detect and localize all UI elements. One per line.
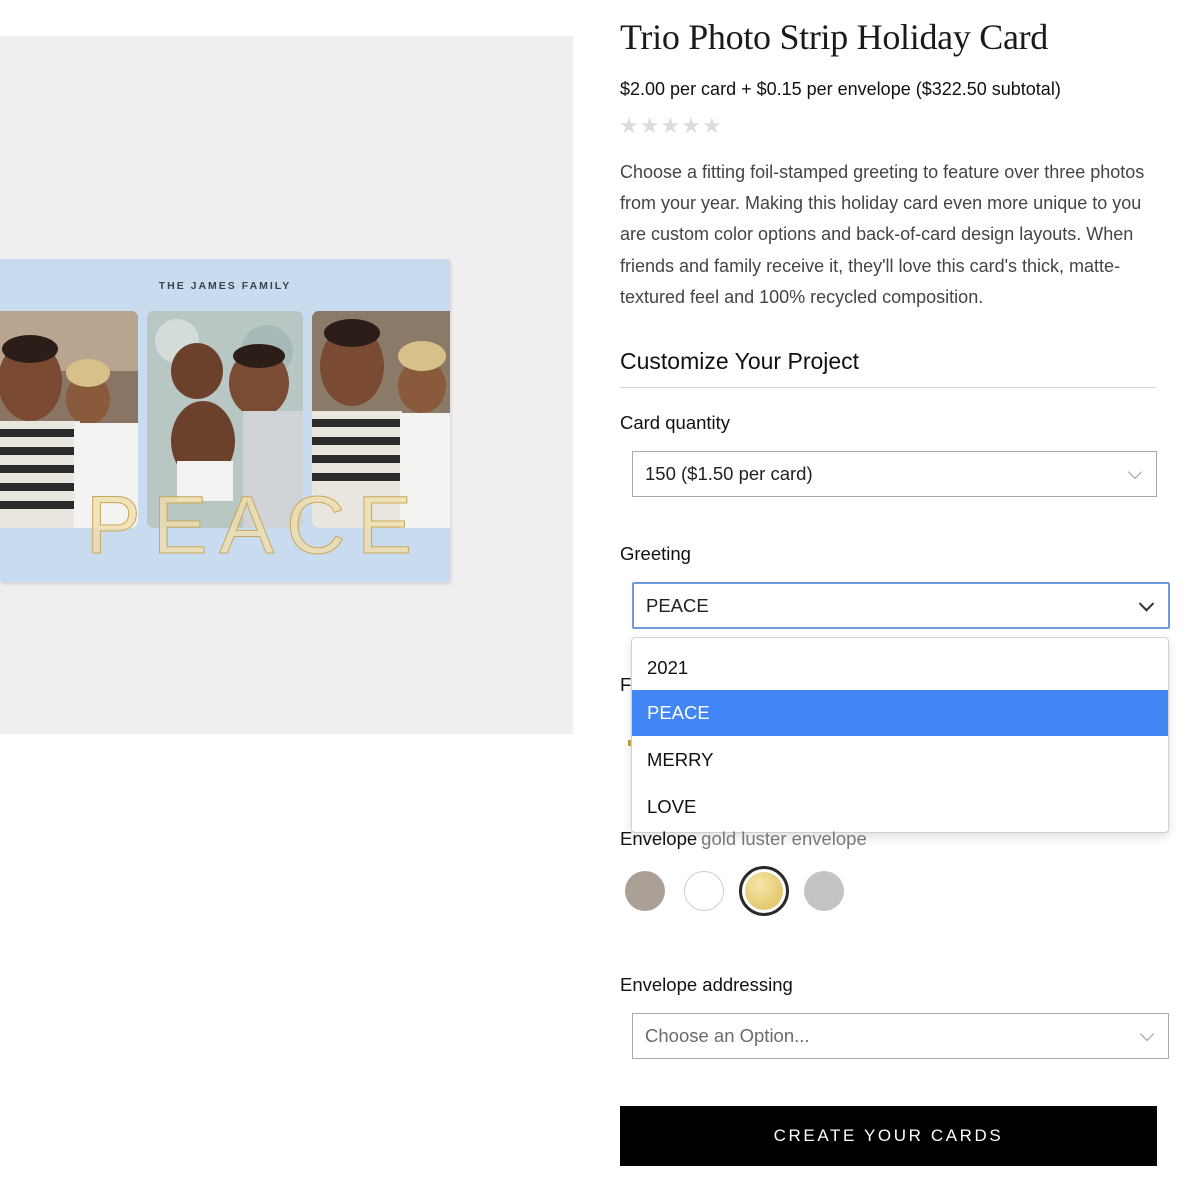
greeting-label: Greeting [620, 543, 691, 564]
envelope-selected-name: gold luster envelope [701, 828, 867, 849]
greeting-dropdown-menu: 2021 PEACE MERRY LOVE [631, 637, 1169, 833]
obscured-field-label: F [620, 674, 632, 695]
card-family-name: THE JAMES FAMILY [158, 280, 292, 292]
star-icon: ★ [619, 113, 639, 138]
chevron-down-icon [1127, 464, 1143, 480]
quantity-select[interactable]: 150 ($1.50 per card) [632, 451, 1157, 497]
greeting-option-peace[interactable]: PEACE [632, 690, 1168, 736]
greeting-option-merry[interactable]: MERRY [632, 737, 1168, 783]
quantity-value: 150 ($1.50 per card) [645, 463, 813, 484]
star-icon: ★ [681, 113, 701, 138]
greeting-value: PEACE [646, 594, 709, 616]
holiday-card-image: THE JAMES FAMILY PEACE [0, 259, 450, 582]
quantity-label: Card quantity [620, 412, 731, 433]
greeting-option-love[interactable]: LOVE [632, 784, 1168, 830]
chevron-down-icon [1139, 1026, 1155, 1042]
divider [620, 387, 1157, 388]
greeting-option-2021[interactable]: 2021 [632, 645, 1168, 691]
envelope-swatch-gold-selected[interactable] [739, 866, 789, 916]
star-icon: ★ [701, 113, 722, 138]
envelope-swatch-silver[interactable] [804, 871, 844, 911]
envelope-swatch-white[interactable] [684, 871, 724, 911]
customize-heading: Customize Your Project [620, 348, 860, 374]
create-cards-button[interactable]: CREATE YOUR CARDS [620, 1106, 1157, 1166]
addressing-placeholder: Choose an Option... [645, 1025, 810, 1046]
product-description: Choose a fitting foil-stamped greeting t… [620, 162, 1145, 307]
chevron-down-icon [1138, 595, 1155, 612]
price-line: $2.00 per card + $0.15 per envelope ($32… [620, 79, 1061, 99]
greeting-select[interactable]: PEACE [632, 582, 1170, 629]
envelope-label-text: Envelope [620, 828, 698, 849]
envelope-swatch-taupe[interactable] [625, 871, 665, 911]
star-icon: ★ [639, 113, 660, 138]
product-title: Trio Photo Strip Holiday Card [620, 17, 1049, 57]
card-greeting-foil: PEACE [86, 480, 424, 571]
addressing-label: Envelope addressing [620, 974, 793, 995]
product-preview: THE JAMES FAMILY PEACE [0, 36, 573, 734]
rating-stars[interactable]: ★ ★ ★ ★ ★ [619, 113, 722, 139]
envelope-label: Envelope gold luster envelope [620, 828, 867, 850]
addressing-select[interactable]: Choose an Option... [632, 1013, 1169, 1059]
star-icon: ★ [660, 113, 681, 138]
